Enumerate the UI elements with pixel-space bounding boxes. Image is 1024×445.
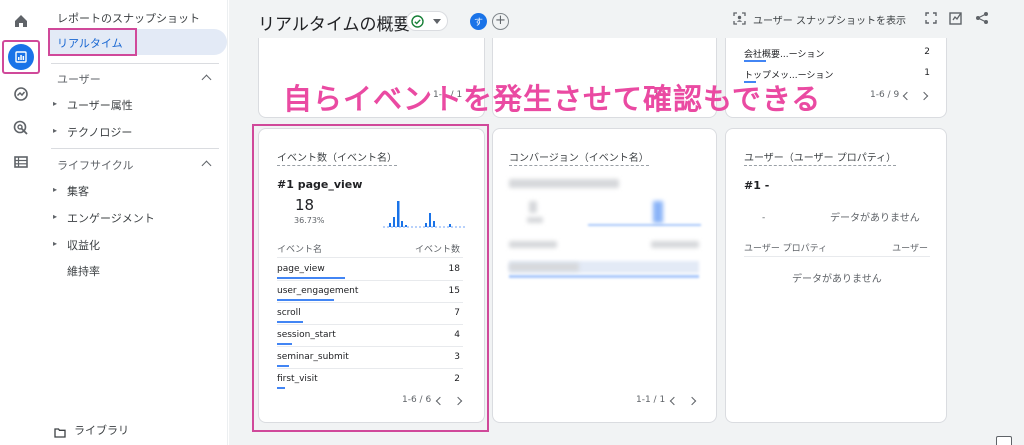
- nav-section-lifecycle[interactable]: ライフサイクル: [57, 157, 133, 173]
- nav-item-demographics[interactable]: ユーザー属性: [67, 97, 133, 113]
- dropdown-arrow-icon: [433, 19, 441, 24]
- expand-arrow-icon: ▸: [53, 126, 58, 135]
- nav-snapshot[interactable]: レポートのスナップショット: [57, 10, 200, 26]
- share-icon[interactable]: [975, 11, 989, 25]
- user-snapshot-icon[interactable]: [733, 12, 746, 25]
- empty-state-text: データがありません: [792, 274, 882, 285]
- nav-item-retention[interactable]: 維持率: [67, 263, 100, 279]
- collapse-chevron-icon[interactable]: [201, 74, 212, 85]
- annotation-caption: 自らイベントを発生させて確認もできる: [283, 82, 822, 116]
- pager-label: 1-6 / 9: [870, 90, 900, 100]
- nav-divider: [51, 148, 219, 149]
- conversion-card: コンバージョン（イベント名） 1-1 / 1: [492, 128, 717, 423]
- blurred-content: [651, 241, 699, 248]
- nav-item-acquisition[interactable]: 集客: [67, 183, 89, 199]
- expand-arrow-icon: ▸: [53, 239, 58, 248]
- nav-section-user[interactable]: ユーザー: [57, 71, 101, 87]
- feedback-icon[interactable]: [996, 436, 1012, 445]
- nav-item-engagement[interactable]: エンゲージメント: [67, 210, 155, 226]
- pager-next-icon[interactable]: [687, 396, 697, 406]
- collapse-chevron-icon[interactable]: [201, 160, 212, 171]
- blurred-content: [509, 241, 557, 248]
- user-property-card: ユーザー（ユーザー プロパティ） #1 - - データがありません ユーザー プ…: [725, 128, 947, 423]
- value-bar: [744, 60, 766, 62]
- home-icon[interactable]: [9, 9, 33, 33]
- advertising-icon[interactable]: [9, 116, 33, 140]
- blurred-bar: [509, 275, 699, 278]
- report-nav: レポートのスナップショット リアルタイム ユーザー ▸ ユーザー属性 ▸ テクノ…: [43, 0, 228, 445]
- pager-prev-icon[interactable]: [669, 396, 679, 406]
- status-dropdown[interactable]: [406, 11, 448, 31]
- nav-library[interactable]: ライブラリ: [74, 422, 129, 438]
- blurred-content: [529, 201, 537, 213]
- blurred-chart-baseline: [588, 224, 701, 226]
- customize-report-icon[interactable]: [949, 11, 963, 25]
- icon-rail: [0, 0, 43, 445]
- page-title: リアルタイムの概要: [258, 15, 411, 35]
- check-circle-icon: [411, 15, 424, 28]
- empty-state-text: データがありません: [830, 213, 920, 224]
- fullscreen-icon[interactable]: [925, 12, 937, 24]
- blurred-chart-bar: [653, 201, 663, 223]
- blurred-content: [509, 263, 579, 271]
- add-comparison-icon[interactable]: +: [492, 13, 509, 30]
- nav-realtime[interactable]: リアルタイム: [57, 35, 123, 51]
- dash-placeholder: -: [762, 213, 766, 223]
- nav-item-monetization[interactable]: 収益化: [67, 237, 100, 253]
- nav-divider: [51, 63, 219, 64]
- list-item-value: 2: [924, 47, 930, 57]
- blurred-content: [527, 217, 543, 223]
- expand-arrow-icon: ▸: [53, 185, 58, 194]
- reports-icon[interactable]: [8, 44, 34, 70]
- folder-icon: [54, 423, 66, 442]
- card-title[interactable]: コンバージョン（イベント名）: [509, 149, 649, 166]
- card-title[interactable]: ユーザー（ユーザー プロパティ）: [744, 149, 897, 166]
- pager-label: 1-1 / 1: [636, 395, 666, 405]
- blurred-content: [509, 179, 619, 188]
- column-header-value: ユーザー: [892, 244, 928, 254]
- pager-next-icon[interactable]: [919, 91, 929, 101]
- explore-icon[interactable]: [9, 82, 33, 106]
- divider: [744, 256, 930, 257]
- configure-icon[interactable]: [9, 150, 33, 174]
- column-header-name: ユーザー プロパティ: [744, 244, 828, 254]
- expand-arrow-icon: ▸: [53, 99, 58, 108]
- nav-item-tech[interactable]: テクノロジー: [67, 124, 132, 140]
- pager-prev-icon[interactable]: [902, 91, 912, 101]
- list-item-value: 1: [924, 68, 930, 78]
- list-item-name: 会社概要...ーション: [744, 50, 825, 60]
- top-property-label: #1 -: [744, 179, 770, 192]
- highlight-frame-event-card: [252, 124, 489, 432]
- user-snapshot-button[interactable]: ユーザー スナップショットを表示: [753, 12, 906, 27]
- expand-arrow-icon: ▸: [53, 212, 58, 221]
- avatar[interactable]: す: [470, 13, 487, 30]
